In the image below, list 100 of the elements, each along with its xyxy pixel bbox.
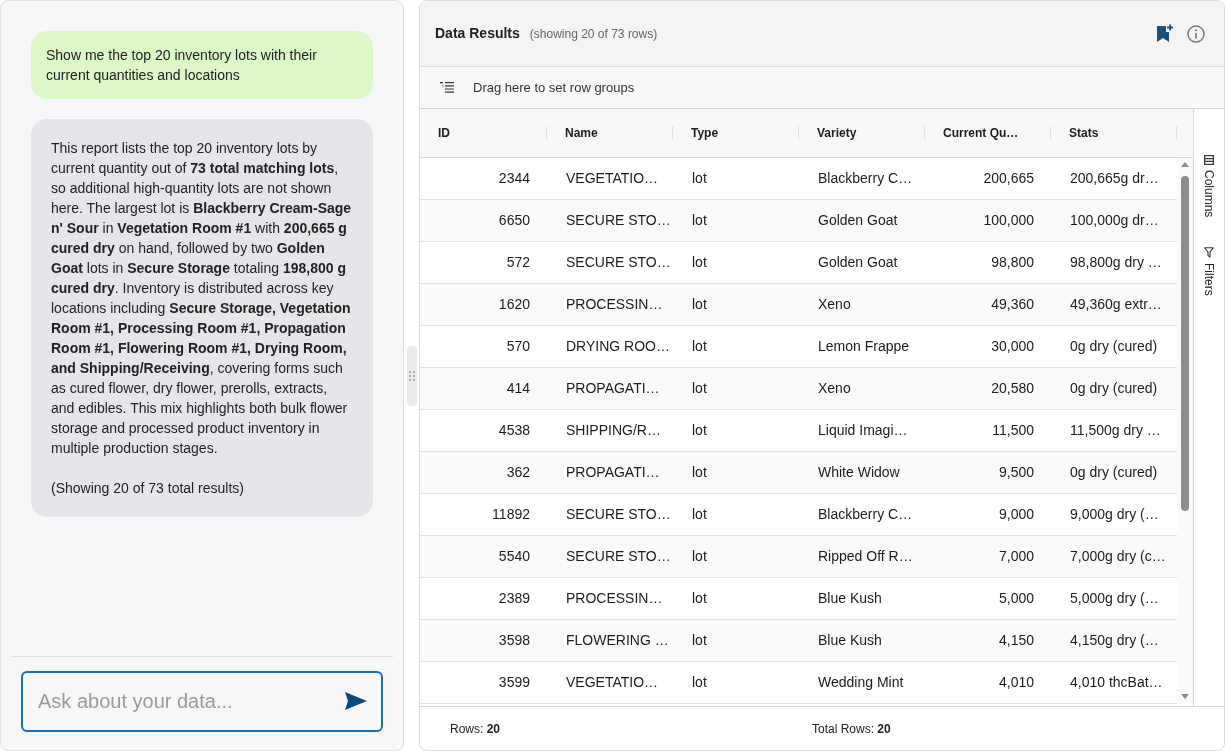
table-cell-text: lot (691, 169, 708, 188)
table-cell-text: lot (691, 379, 708, 398)
table-cell-text: 5540 (497, 547, 531, 566)
table-cell-text: lot (691, 505, 708, 524)
table-cell-text: 572 (505, 253, 531, 272)
panel-title: Data Results (435, 24, 520, 43)
table-cell-text: Golden Goat (817, 253, 899, 272)
column-header[interactable]: Name (547, 109, 673, 157)
table-cell-text: 9,500 (997, 463, 1035, 482)
table-cell-text: Xeno (817, 379, 852, 398)
table-cell-text: 9,000g dry (… (1069, 505, 1160, 524)
table-cell-text: 414 (505, 379, 531, 398)
table-cell-text: SECURE STO… (565, 253, 672, 272)
table-cell-text: 4,010 (997, 673, 1035, 692)
table-cell-text: 11892 (491, 505, 531, 524)
columns-icon (1204, 155, 1214, 165)
table-cell-text: PROCESSIN… (565, 295, 664, 314)
row-group-icon (440, 82, 454, 93)
table-cell-text: FLOWERING … (565, 631, 670, 650)
table-cell-text: 2389 (497, 589, 531, 608)
table-cell-text: lot (691, 211, 708, 230)
info-button[interactable] (1187, 24, 1205, 43)
table-cell-text: lot (691, 421, 708, 440)
table-cell-text: lot (691, 631, 708, 650)
bookmark-plus-icon (1155, 24, 1173, 43)
table-cell-text: 200,665 (982, 169, 1035, 188)
column-header[interactable]: Stats (1051, 109, 1177, 157)
table-cell-text: lot (691, 463, 708, 482)
column-header[interactable]: Variety (799, 109, 925, 157)
table-cell-text: Blue Kush (817, 589, 883, 608)
table-cell-text: 4,150 (997, 631, 1035, 650)
table-cell-text: 362 (505, 463, 531, 482)
row-group-hint: Drag here to set row groups (473, 78, 635, 97)
table-cell-text: 98,800 (990, 253, 1035, 272)
table-cell-text: SECURE STO… (565, 547, 672, 566)
table-cell-text: lot (691, 589, 708, 608)
table-cell-text: Ripped Off R… (817, 547, 914, 566)
table-cell-text: 5,000g dry (… (1069, 589, 1160, 608)
table-cell-text: SECURE STO… (565, 505, 672, 524)
table-cell-text: 98,800g dry … (1069, 253, 1163, 272)
table-cell-text: 4538 (497, 421, 531, 440)
table-cell-text: VEGETATIO… (565, 673, 660, 692)
table-cell-text: 0g dry (cured) (1069, 337, 1159, 356)
table-cell-text: 20,580 (990, 379, 1035, 398)
table-cell-text: 11,500g dry … (1069, 421, 1162, 440)
table-cell-text: VEGETATIO… (565, 169, 660, 188)
table-cell-text: 200,665g dr… (1069, 169, 1160, 188)
table-cell-text: 7,000 (997, 547, 1035, 566)
bookmark-add-button[interactable] (1155, 23, 1173, 44)
table-cell-text: lot (691, 295, 708, 314)
table-cell-text: 100,000g dr… (1069, 211, 1160, 230)
table-cell-text: lot (691, 337, 708, 356)
table-cell-text: 0g dry (cured) (1069, 463, 1159, 482)
filter-icon (1204, 247, 1214, 259)
footer-stat: Total Rows: 20 (812, 720, 891, 738)
table-cell-text: 3598 (497, 631, 531, 650)
table-cell-text: PROPAGATI… (565, 463, 661, 482)
send-icon (345, 692, 367, 710)
table-cell-text: lot (691, 673, 708, 692)
table-cell-text: Wedding Mint (817, 673, 905, 692)
column-header[interactable]: Type (673, 109, 799, 157)
table-cell-text: 1620 (497, 295, 531, 314)
table-cell-text: 9,000 (997, 505, 1035, 524)
side-panel-tab[interactable]: Columns (1200, 155, 1218, 218)
message-text: (Showing 20 of 73 total results) (51, 479, 245, 498)
table-cell-text: 49,360 (990, 295, 1035, 314)
message-text: This report lists the top 20 inventory lots by current quantity out of 73 total matching lots, so additional high-quantity lots are not shown here. The largest lot is Blackberry Cream-Sage n' Sour in Vegetation Room #1 with 200,665 g cured dry on hand, followed by two Golden Goat lots in Secure Storage totaling 198,800 g cured dry. Inventory is distributed across key locations including Secure Storage, Vegetation Room #1, Processing Room #1, Propagation Room #1, Flowering Room #1, Drying Room, and Shipping/Receiving, covering forms such as cured flower, dry flower, prerolls, extracts, and edibles. This mix highlights both bulk flower storage and processed product inventory in multiple production stages. (51, 139, 353, 458)
table-cell-text: PROPAGATI… (565, 379, 661, 398)
table-cell-text: 30,000 (990, 337, 1035, 356)
message-text: Show me the top 20 inventory lots with their current quantities and locations (46, 46, 318, 85)
grip-icon (408, 370, 415, 381)
table-cell-text: Blackberry C… (817, 505, 914, 524)
scrollbar[interactable] (1177, 158, 1193, 704)
table-cell-text: 49,360g extr… (1069, 295, 1163, 314)
table-cell-text: Golden Goat (817, 211, 899, 230)
column-header[interactable]: ID (420, 109, 547, 157)
table-cell-text: 100,000 (982, 211, 1035, 230)
table-cell-text: 0g dry (cured) (1069, 379, 1159, 398)
table-cell-text: 7,000g dry (c… (1069, 547, 1167, 566)
table-cell-text: 2344 (497, 169, 531, 188)
table-cell-text: Liquid Imagi… (817, 421, 909, 440)
row-count-note: (showing 20 of 73 rows) (529, 25, 658, 43)
table-cell-text: 570 (505, 337, 531, 356)
column-header[interactable]: Current Qu… (925, 109, 1051, 157)
table-cell-text: PROCESSIN… (565, 589, 664, 608)
table-cell-text: White Widow (817, 463, 901, 482)
side-panel-tab[interactable]: Filters (1200, 247, 1218, 297)
chat-input-field[interactable]: Ask about your data... (21, 671, 383, 732)
table-cell-text: 11,500 (991, 421, 1035, 440)
table-cell-text: Xeno (817, 295, 852, 314)
table-cell-text: 4,010 thcBat… (1069, 673, 1164, 692)
table-cell-text: Blackberry C… (817, 169, 914, 188)
table-cell-text: lot (691, 547, 708, 566)
table-cell-text: 5,000 (997, 589, 1035, 608)
resize-handle[interactable] (406, 345, 417, 406)
table-cell-text: SECURE STO… (565, 211, 672, 230)
footer-stat: Rows: 20 (450, 720, 502, 738)
table-cell-text: Blue Kush (817, 631, 883, 650)
info-icon (1187, 24, 1205, 43)
table-cell-text: DRYING ROO… (565, 337, 671, 356)
